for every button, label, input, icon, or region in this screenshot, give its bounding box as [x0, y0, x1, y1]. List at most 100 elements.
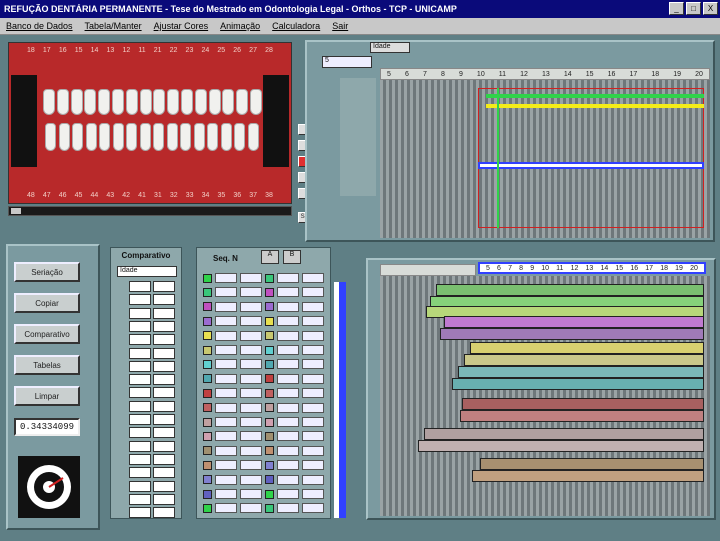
- image-scrollbar[interactable]: [8, 206, 292, 216]
- color-swatch[interactable]: [203, 273, 212, 283]
- tables-button[interactable]: Tabelas: [14, 355, 80, 375]
- value-cell[interactable]: [129, 347, 151, 359]
- minimize-button[interactable]: _: [669, 2, 684, 15]
- value-cell[interactable]: [153, 427, 175, 439]
- value-cell[interactable]: [129, 320, 151, 332]
- color-swatch[interactable]: [203, 331, 212, 341]
- value-cell[interactable]: [215, 431, 237, 442]
- value-cell[interactable]: [240, 402, 262, 413]
- maximize-button[interactable]: □: [686, 2, 701, 15]
- value-cell[interactable]: [153, 414, 175, 425]
- menu-item-exit[interactable]: Sair: [332, 21, 348, 31]
- value-cell[interactable]: [129, 440, 151, 452]
- value-cell[interactable]: [153, 320, 175, 332]
- value-cell[interactable]: [153, 281, 175, 292]
- value-cell[interactable]: [129, 467, 151, 479]
- comparative-button[interactable]: Comparativo: [14, 324, 80, 344]
- color-swatch[interactable]: [203, 431, 212, 441]
- value-cell[interactable]: [215, 287, 237, 298]
- value-cell[interactable]: [302, 402, 324, 413]
- value-cell[interactable]: [215, 474, 237, 485]
- value-cell[interactable]: [153, 347, 175, 359]
- value-cell[interactable]: [302, 474, 324, 485]
- color-swatch[interactable]: [265, 345, 274, 355]
- value-cell[interactable]: [302, 273, 324, 283]
- color-swatch[interactable]: [203, 460, 212, 470]
- color-swatch[interactable]: [203, 403, 212, 413]
- value-cell[interactable]: [129, 507, 151, 519]
- value-cell[interactable]: [215, 345, 237, 355]
- color-swatch[interactable]: [203, 359, 212, 369]
- menu-item-calculator[interactable]: Calculadora: [272, 21, 320, 31]
- value-cell[interactable]: [302, 503, 324, 514]
- value-cell[interactable]: [215, 316, 237, 327]
- legend-tab-a[interactable]: A: [261, 250, 279, 264]
- color-swatch[interactable]: [203, 503, 212, 513]
- value-cell[interactable]: [153, 294, 175, 306]
- value-cell[interactable]: [153, 307, 175, 319]
- value-cell[interactable]: [215, 417, 237, 427]
- value-cell[interactable]: [277, 417, 299, 427]
- value-cell[interactable]: [153, 387, 175, 399]
- value-cell[interactable]: [129, 453, 151, 465]
- value-cell[interactable]: [240, 359, 262, 370]
- value-cell[interactable]: [277, 503, 299, 514]
- value-cell[interactable]: [302, 460, 324, 471]
- color-swatch[interactable]: [265, 331, 274, 341]
- value-cell[interactable]: [153, 453, 175, 465]
- value-cell[interactable]: [277, 402, 299, 413]
- value-cell[interactable]: [302, 373, 324, 384]
- value-cell[interactable]: [215, 402, 237, 413]
- value-cell[interactable]: [277, 287, 299, 298]
- color-swatch[interactable]: [265, 403, 274, 413]
- color-swatch[interactable]: [203, 446, 212, 456]
- value-cell[interactable]: [153, 493, 175, 505]
- value-cell[interactable]: [277, 388, 299, 399]
- color-swatch[interactable]: [265, 287, 274, 297]
- color-swatch[interactable]: [265, 460, 274, 470]
- value-cell[interactable]: [277, 273, 299, 283]
- color-swatch[interactable]: [265, 503, 274, 513]
- value-cell[interactable]: [277, 301, 299, 312]
- value-cell[interactable]: [129, 294, 151, 306]
- value-cell[interactable]: [277, 359, 299, 370]
- value-cell[interactable]: [153, 440, 175, 452]
- value-cell[interactable]: [302, 431, 324, 442]
- menu-item-animation[interactable]: Animação: [220, 21, 260, 31]
- value-cell[interactable]: [240, 301, 262, 312]
- value-cell[interactable]: [240, 417, 262, 427]
- color-swatch[interactable]: [265, 273, 274, 283]
- value-cell[interactable]: [302, 345, 324, 355]
- value-cell[interactable]: [153, 334, 175, 346]
- legend-tab-b[interactable]: B: [283, 250, 301, 264]
- menu-item-colors[interactable]: Ajustar Cores: [154, 21, 209, 31]
- value-cell[interactable]: [129, 427, 151, 439]
- value-cell[interactable]: [215, 359, 237, 370]
- value-cell[interactable]: [215, 503, 237, 514]
- color-swatch[interactable]: [265, 431, 274, 441]
- value-cell[interactable]: [277, 330, 299, 341]
- value-cell[interactable]: [215, 330, 237, 341]
- value-cell[interactable]: [302, 287, 324, 298]
- value-cell[interactable]: [240, 388, 262, 399]
- value-cell[interactable]: [129, 374, 151, 386]
- close-button[interactable]: X: [703, 2, 718, 15]
- value-cell[interactable]: [215, 273, 237, 283]
- value-cell[interactable]: [302, 330, 324, 341]
- value-cell[interactable]: [129, 307, 151, 319]
- color-swatch[interactable]: [203, 345, 212, 355]
- value-cell[interactable]: [240, 273, 262, 283]
- color-swatch[interactable]: [203, 374, 212, 384]
- value-cell[interactable]: [153, 400, 175, 412]
- value-cell[interactable]: [153, 467, 175, 479]
- menu-item-database[interactable]: Banco de Dados: [6, 21, 73, 31]
- color-swatch[interactable]: [265, 388, 274, 398]
- value-cell[interactable]: [240, 287, 262, 298]
- value-cell[interactable]: [277, 316, 299, 327]
- value-cell[interactable]: [215, 460, 237, 471]
- scroll-thumb[interactable]: [11, 208, 21, 214]
- color-swatch[interactable]: [265, 359, 274, 369]
- value-cell[interactable]: [215, 489, 237, 499]
- value-cell[interactable]: [153, 360, 175, 372]
- value-cell[interactable]: [215, 373, 237, 384]
